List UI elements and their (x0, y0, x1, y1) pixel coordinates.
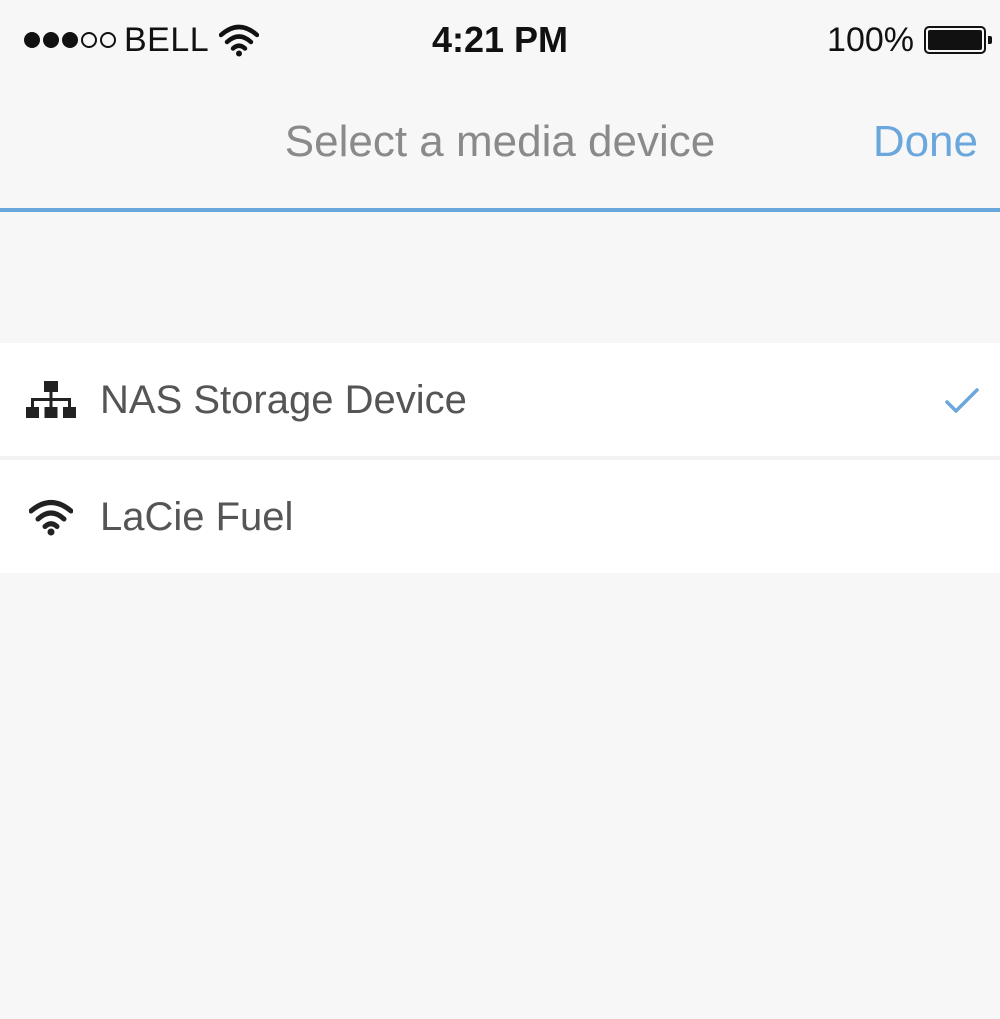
wifi-icon (26, 492, 76, 542)
screen: BELL 4:21 PM 100% Select a media device … (0, 0, 1000, 1019)
battery-cap (988, 36, 992, 44)
device-label: LaCie Fuel (100, 494, 294, 539)
done-button[interactable]: Done (873, 116, 978, 168)
device-row-lacie[interactable]: LaCie Fuel (0, 456, 1000, 573)
device-label: NAS Storage Device (100, 377, 467, 422)
network-icon (26, 375, 76, 425)
page-title: Select a media device (284, 117, 716, 166)
device-list: NAS Storage Device LaCie Fuel (0, 343, 1000, 573)
status-bar: BELL 4:21 PM 100% (0, 0, 1000, 80)
navigation-bar: Select a media device Done (0, 80, 1000, 212)
status-right: 100% (827, 18, 992, 62)
battery-icon (924, 26, 992, 54)
battery-fill (928, 30, 982, 50)
device-row-nas[interactable]: NAS Storage Device (0, 343, 1000, 456)
battery-percent: 100% (827, 20, 914, 59)
checkmark-icon (945, 387, 979, 413)
